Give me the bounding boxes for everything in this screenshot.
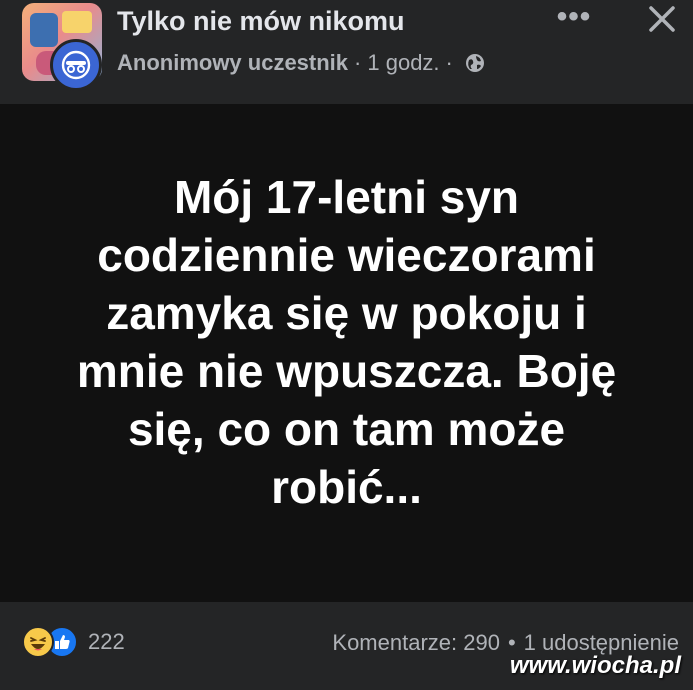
post-text: Mój 17-letni syn codziennie wieczorami z… [76, 171, 617, 513]
haha-icon [22, 626, 54, 658]
comments-count[interactable]: Komentarze: 290 [332, 630, 500, 656]
post-content[interactable]: Mój 17-letni syn codziennie wieczorami z… [0, 104, 693, 602]
reaction-count: 222 [88, 629, 125, 654]
author-name[interactable]: Anonimowy uczestnik [117, 50, 348, 76]
post-meta: Anonimowy uczestnik · 1 godz. · [117, 50, 485, 76]
post-footer: 222 Komentarze: 290 • 1 udostępnienie ww… [0, 602, 693, 690]
anonymous-member-icon[interactable] [50, 39, 102, 91]
group-name-link[interactable]: Tylko nie mów nikomu [117, 6, 405, 37]
more-options-button[interactable]: ••• [548, 0, 600, 40]
globe-icon [465, 53, 485, 73]
post-header: Tylko nie mów nikomu Anonimowy uczestnik… [0, 0, 693, 104]
meta-separator: · [445, 50, 453, 75]
avatar-graphic [62, 11, 92, 33]
site-watermark: www.wiocha.pl [509, 652, 681, 679]
meta-separator: · [354, 50, 362, 75]
close-icon[interactable] [636, 0, 688, 40]
reactions-summary[interactable]: 222 [22, 626, 125, 658]
post-time[interactable]: 1 godz. [367, 50, 439, 76]
